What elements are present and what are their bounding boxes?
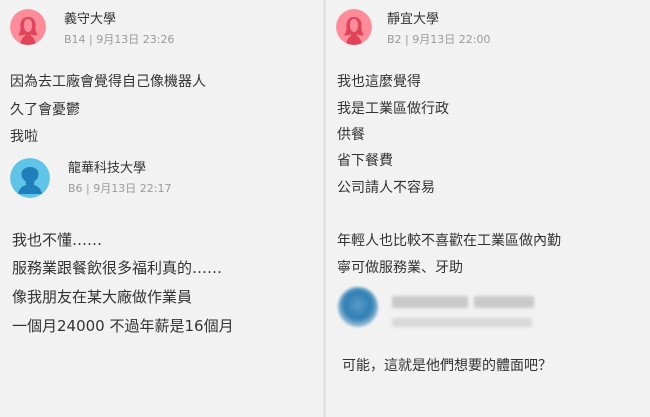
female-avatar-icon[interactable] (336, 9, 372, 45)
comment-text-line: 年輕人也比較不喜歡在工業區做內勤 (337, 233, 561, 249)
comment-thread: 義守大學 B14 | 9月13日 23:26 因為去工廠會覺得自己像機器人 久了… (0, 0, 650, 417)
comment-text-line: 像我朋友在某大廠做作業員 (12, 288, 193, 306)
floor-and-time: B6 | 9月13日 22:17 (68, 182, 172, 195)
comment-text-line: 久了會憂鬱 (10, 102, 80, 118)
comment-text-line: 我啦 (10, 129, 38, 145)
comment-text-line: 省下餐費 (337, 153, 393, 169)
blurred-school-name (474, 296, 534, 308)
comment-text-line: 可能，這就是他們想要的體面吧？ (342, 358, 552, 374)
comment-text-line: 公司請人不容易 (337, 180, 435, 196)
comment-text-line: 供餐 (337, 127, 365, 143)
floor-and-time: B2 | 9月13日 22:00 (387, 33, 491, 46)
comment-text-line: 因為去工廠會覺得自己像機器人 (10, 74, 206, 90)
comment-text-line: 我也這麼覺得 (337, 74, 421, 90)
comment-text-line: 一個月24000 不過年薪是16個月 (12, 317, 234, 335)
comment-text-line: 寧可做服務業、牙助 (337, 260, 463, 276)
female-avatar-icon[interactable] (10, 9, 46, 45)
male-avatar-icon[interactable] (10, 158, 50, 198)
blurred-floor-and-time (392, 318, 532, 327)
floor-and-time: B14 | 9月13日 23:26 (64, 33, 175, 46)
column-divider (323, 0, 326, 417)
blurred-school-name (392, 296, 468, 308)
school-name[interactable]: 靜宜大學 (387, 12, 439, 28)
school-name[interactable]: 龍華科技大學 (68, 161, 146, 177)
comment-text-line: 我也不懂…… (12, 231, 103, 249)
school-name[interactable]: 義守大學 (64, 12, 116, 28)
comment-text-line: 我是工業區做行政 (337, 101, 449, 117)
blurred-avatar-icon[interactable] (338, 287, 378, 327)
comment-text-line: 服務業跟餐飲很多福利真的…… (12, 259, 223, 277)
